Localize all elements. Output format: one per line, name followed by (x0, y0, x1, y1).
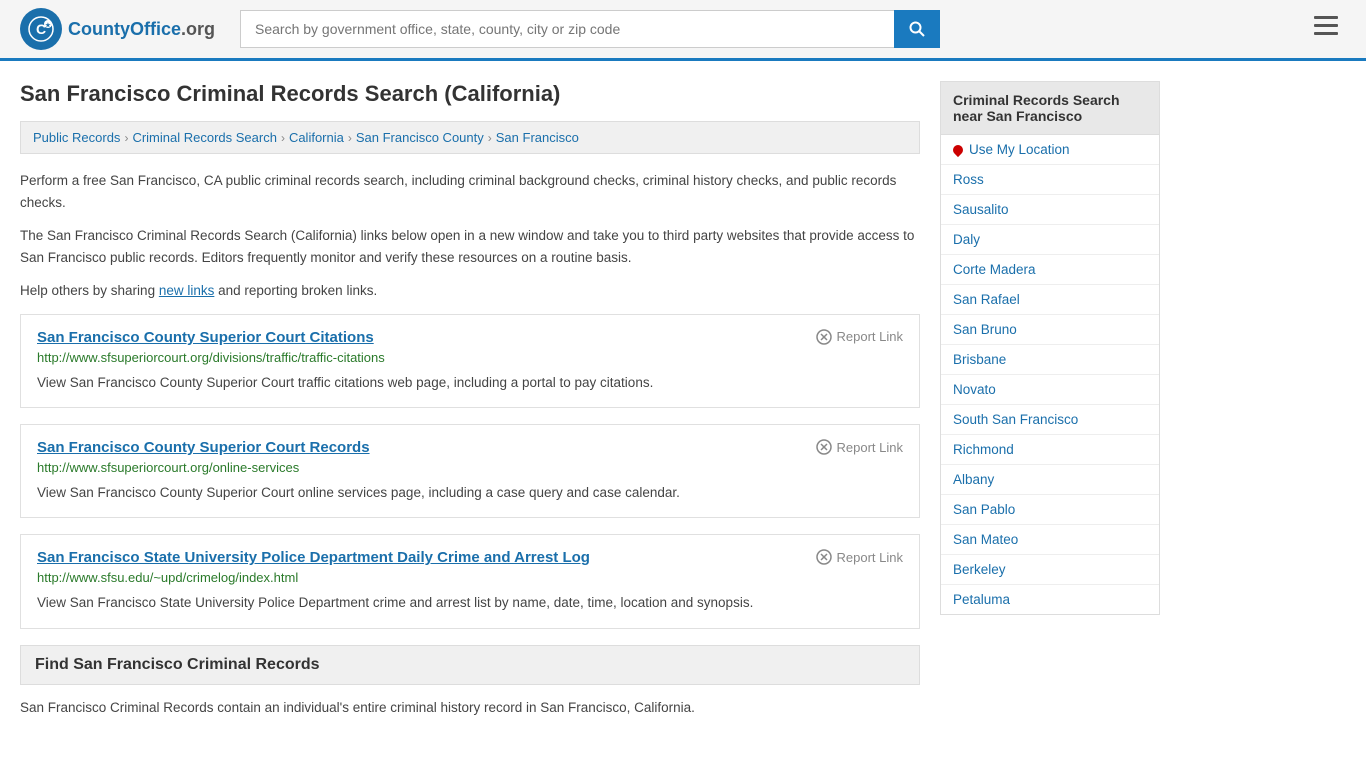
report-icon-2 (816, 439, 832, 455)
result-header-2: San Francisco County Superior Court Reco… (37, 439, 903, 456)
result-url-3: http://www.sfsu.edu/~upd/crimelog/index.… (37, 570, 903, 585)
sidebar-item-san-rafael[interactable]: San Rafael (941, 285, 1159, 315)
result-url-1: http://www.sfsuperiorcourt.org/divisions… (37, 350, 903, 365)
description-3: Help others by sharing new links and rep… (20, 280, 920, 302)
location-novato-link[interactable]: Novato (953, 382, 996, 397)
main-container: San Francisco Criminal Records Search (C… (0, 61, 1366, 718)
location-petaluma-link[interactable]: Petaluma (953, 592, 1010, 607)
location-daly-link[interactable]: Daly (953, 232, 980, 247)
sidebar-use-location[interactable]: Use My Location (941, 135, 1159, 165)
sidebar-item-daly[interactable]: Daly (941, 225, 1159, 255)
result-header-1: San Francisco County Superior Court Cita… (37, 329, 903, 346)
desc3-before: Help others by sharing (20, 283, 159, 298)
logo-area: C ★ CountyOffice.org (20, 8, 220, 50)
breadcrumb-sep-4: › (488, 131, 492, 145)
sidebar-item-san-bruno[interactable]: San Bruno (941, 315, 1159, 345)
location-sausalito-link[interactable]: Sausalito (953, 202, 1009, 217)
location-ross-link[interactable]: Ross (953, 172, 984, 187)
search-button[interactable] (894, 10, 940, 48)
breadcrumb-criminal-records[interactable]: Criminal Records Search (132, 130, 277, 145)
sidebar-item-ross[interactable]: Ross (941, 165, 1159, 195)
description-2: The San Francisco Criminal Records Searc… (20, 225, 920, 268)
hamburger-icon (1314, 16, 1338, 36)
page-title: San Francisco Criminal Records Search (C… (20, 81, 920, 107)
sidebar-title: Criminal Records Search near San Francis… (940, 81, 1160, 135)
search-icon (909, 21, 925, 37)
location-san-pablo-link[interactable]: San Pablo (953, 502, 1015, 517)
location-san-rafael-link[interactable]: San Rafael (953, 292, 1020, 307)
result-url-2: http://www.sfsuperiorcourt.org/online-se… (37, 460, 903, 475)
result-desc-2: View San Francisco County Superior Court… (37, 483, 903, 503)
logo-icon: C ★ (20, 8, 62, 50)
location-san-mateo-link[interactable]: San Mateo (953, 532, 1018, 547)
sidebar: Criminal Records Search near San Francis… (940, 81, 1160, 718)
sidebar-item-south-sf[interactable]: South San Francisco (941, 405, 1159, 435)
location-berkeley-link[interactable]: Berkeley (953, 562, 1006, 577)
sidebar-item-corte-madera[interactable]: Corte Madera (941, 255, 1159, 285)
sidebar-item-san-pablo[interactable]: San Pablo (941, 495, 1159, 525)
search-bar (240, 10, 940, 48)
location-pin-icon (951, 142, 965, 156)
location-san-bruno-link[interactable]: San Bruno (953, 322, 1017, 337)
result-title-3[interactable]: San Francisco State University Police De… (37, 549, 590, 566)
report-icon-3 (816, 549, 832, 565)
site-header: C ★ CountyOffice.org (0, 0, 1366, 61)
use-my-location-link[interactable]: Use My Location (969, 142, 1070, 157)
breadcrumb-public-records[interactable]: Public Records (33, 130, 120, 145)
result-card-3: San Francisco State University Police De… (20, 534, 920, 628)
sidebar-item-brisbane[interactable]: Brisbane (941, 345, 1159, 375)
location-corte-madera-link[interactable]: Corte Madera (953, 262, 1036, 277)
location-albany-link[interactable]: Albany (953, 472, 994, 487)
location-richmond-link[interactable]: Richmond (953, 442, 1014, 457)
svg-text:★: ★ (45, 22, 51, 29)
breadcrumb-sep-1: › (124, 131, 128, 145)
section-text: San Francisco Criminal Records contain a… (20, 697, 920, 719)
result-desc-1: View San Francisco County Superior Court… (37, 373, 903, 393)
sidebar-item-san-mateo[interactable]: San Mateo (941, 525, 1159, 555)
report-icon-1 (816, 329, 832, 345)
breadcrumb-sep-2: › (281, 131, 285, 145)
sidebar-item-berkeley[interactable]: Berkeley (941, 555, 1159, 585)
report-link-3[interactable]: Report Link (816, 549, 903, 565)
breadcrumb-sf[interactable]: San Francisco (496, 130, 579, 145)
location-south-sf-link[interactable]: South San Francisco (953, 412, 1078, 427)
result-title-2[interactable]: San Francisco County Superior Court Reco… (37, 439, 370, 456)
result-card-1: San Francisco County Superior Court Cita… (20, 314, 920, 408)
new-links-link[interactable]: new links (159, 283, 215, 298)
logo-brand: CountyOffice (68, 19, 181, 39)
report-link-1[interactable]: Report Link (816, 329, 903, 345)
desc3-after: and reporting broken links. (214, 283, 377, 298)
search-input[interactable] (240, 10, 894, 48)
result-card-2: San Francisco County Superior Court Reco… (20, 424, 920, 518)
menu-button[interactable] (1306, 12, 1346, 46)
result-desc-3: View San Francisco State University Poli… (37, 593, 903, 613)
section-heading: Find San Francisco Criminal Records (20, 645, 920, 685)
result-header-3: San Francisco State University Police De… (37, 549, 903, 566)
breadcrumb-california[interactable]: California (289, 130, 344, 145)
report-link-2[interactable]: Report Link (816, 439, 903, 455)
report-label-3: Report Link (837, 550, 903, 565)
breadcrumb: Public Records › Criminal Records Search… (20, 121, 920, 154)
sidebar-item-sausalito[interactable]: Sausalito (941, 195, 1159, 225)
breadcrumb-sf-county[interactable]: San Francisco County (356, 130, 484, 145)
sidebar-item-richmond[interactable]: Richmond (941, 435, 1159, 465)
content-area: San Francisco Criminal Records Search (C… (20, 81, 940, 718)
logo-suffix: .org (181, 19, 215, 39)
sidebar-item-petaluma[interactable]: Petaluma (941, 585, 1159, 614)
sidebar-item-novato[interactable]: Novato (941, 375, 1159, 405)
description-1: Perform a free San Francisco, CA public … (20, 170, 920, 213)
report-label-1: Report Link (837, 329, 903, 344)
logo-text: CountyOffice.org (68, 19, 215, 40)
result-title-1[interactable]: San Francisco County Superior Court Cita… (37, 329, 374, 346)
breadcrumb-sep-3: › (348, 131, 352, 145)
sidebar-item-albany[interactable]: Albany (941, 465, 1159, 495)
report-label-2: Report Link (837, 440, 903, 455)
location-brisbane-link[interactable]: Brisbane (953, 352, 1006, 367)
sidebar-list: Use My Location Ross Sausalito Daly Cort… (940, 135, 1160, 615)
